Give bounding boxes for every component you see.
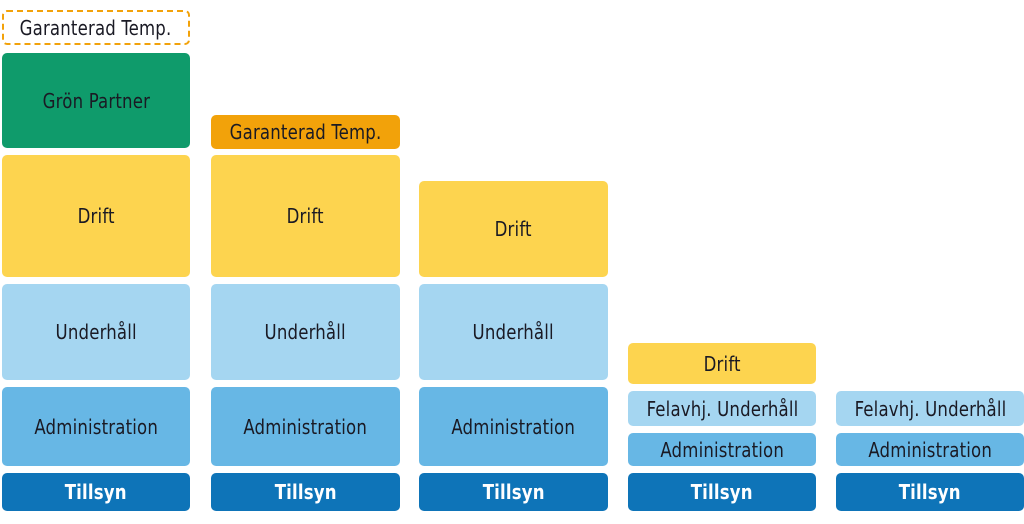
block-label: Drift <box>494 217 533 241</box>
block-label: Garanterad Temp. <box>229 120 382 144</box>
block-label: Felavhj. Underhåll <box>854 396 1006 421</box>
col4-administration-block: Administration <box>628 433 816 466</box>
block-label: Tillsyn <box>274 480 337 504</box>
block-label: Underhåll <box>55 320 137 344</box>
block-label: Tillsyn <box>64 480 128 504</box>
col4-tillsyn-block: Tillsyn <box>628 473 816 511</box>
block-label: Garanterad Temp. <box>20 15 172 40</box>
block-label: Administration <box>660 437 784 462</box>
col1-tillsyn-block: Tillsyn <box>2 473 190 511</box>
col1-underhall-block: Underhåll <box>2 284 190 380</box>
col2-drift-block: Drift <box>211 155 400 277</box>
col2-administration-block: Administration <box>211 387 400 466</box>
block-label: Drift <box>286 204 325 228</box>
block-label: Tillsyn <box>482 480 545 504</box>
col5-tillsyn-block: Tillsyn <box>836 473 1024 511</box>
col1-drift-block: Drift <box>2 155 190 277</box>
col3-underhall-block: Underhåll <box>419 284 608 380</box>
block-label: Tillsyn <box>898 480 962 504</box>
col3-administration-block: Administration <box>419 387 608 466</box>
block-label: Drift <box>703 351 741 376</box>
col4-felavhj-underhall-block: Felavhj. Underhåll <box>628 391 816 426</box>
block-label: Administration <box>34 414 158 439</box>
col1-garanterad-temp-optional-block: Garanterad Temp. <box>2 10 190 45</box>
col5-felavhj-underhall-block: Felavhj. Underhåll <box>836 391 1024 426</box>
col5-administration-block: Administration <box>836 433 1024 466</box>
col2-tillsyn-block: Tillsyn <box>211 473 400 511</box>
col1-gron-partner-block: Grön Partner <box>2 53 190 148</box>
col4-drift-block: Drift <box>628 343 816 384</box>
block-label: Underhåll <box>264 320 347 344</box>
col1-administration-block: Administration <box>2 387 190 466</box>
block-label: Underhåll <box>472 320 555 344</box>
block-label: Felavhj. Underhåll <box>646 396 798 421</box>
block-label: Grön Partner <box>42 88 150 113</box>
col2-underhall-block: Underhåll <box>211 284 400 380</box>
block-label: Tillsyn <box>690 480 754 504</box>
col3-drift-block: Drift <box>419 181 608 277</box>
block-label: Administration <box>243 414 368 439</box>
block-label: Drift <box>77 204 115 228</box>
col3-tillsyn-block: Tillsyn <box>419 473 608 511</box>
block-label: Administration <box>451 414 576 439</box>
col2-garanterad-temp-block: Garanterad Temp. <box>211 115 400 149</box>
block-label: Administration <box>868 437 992 462</box>
